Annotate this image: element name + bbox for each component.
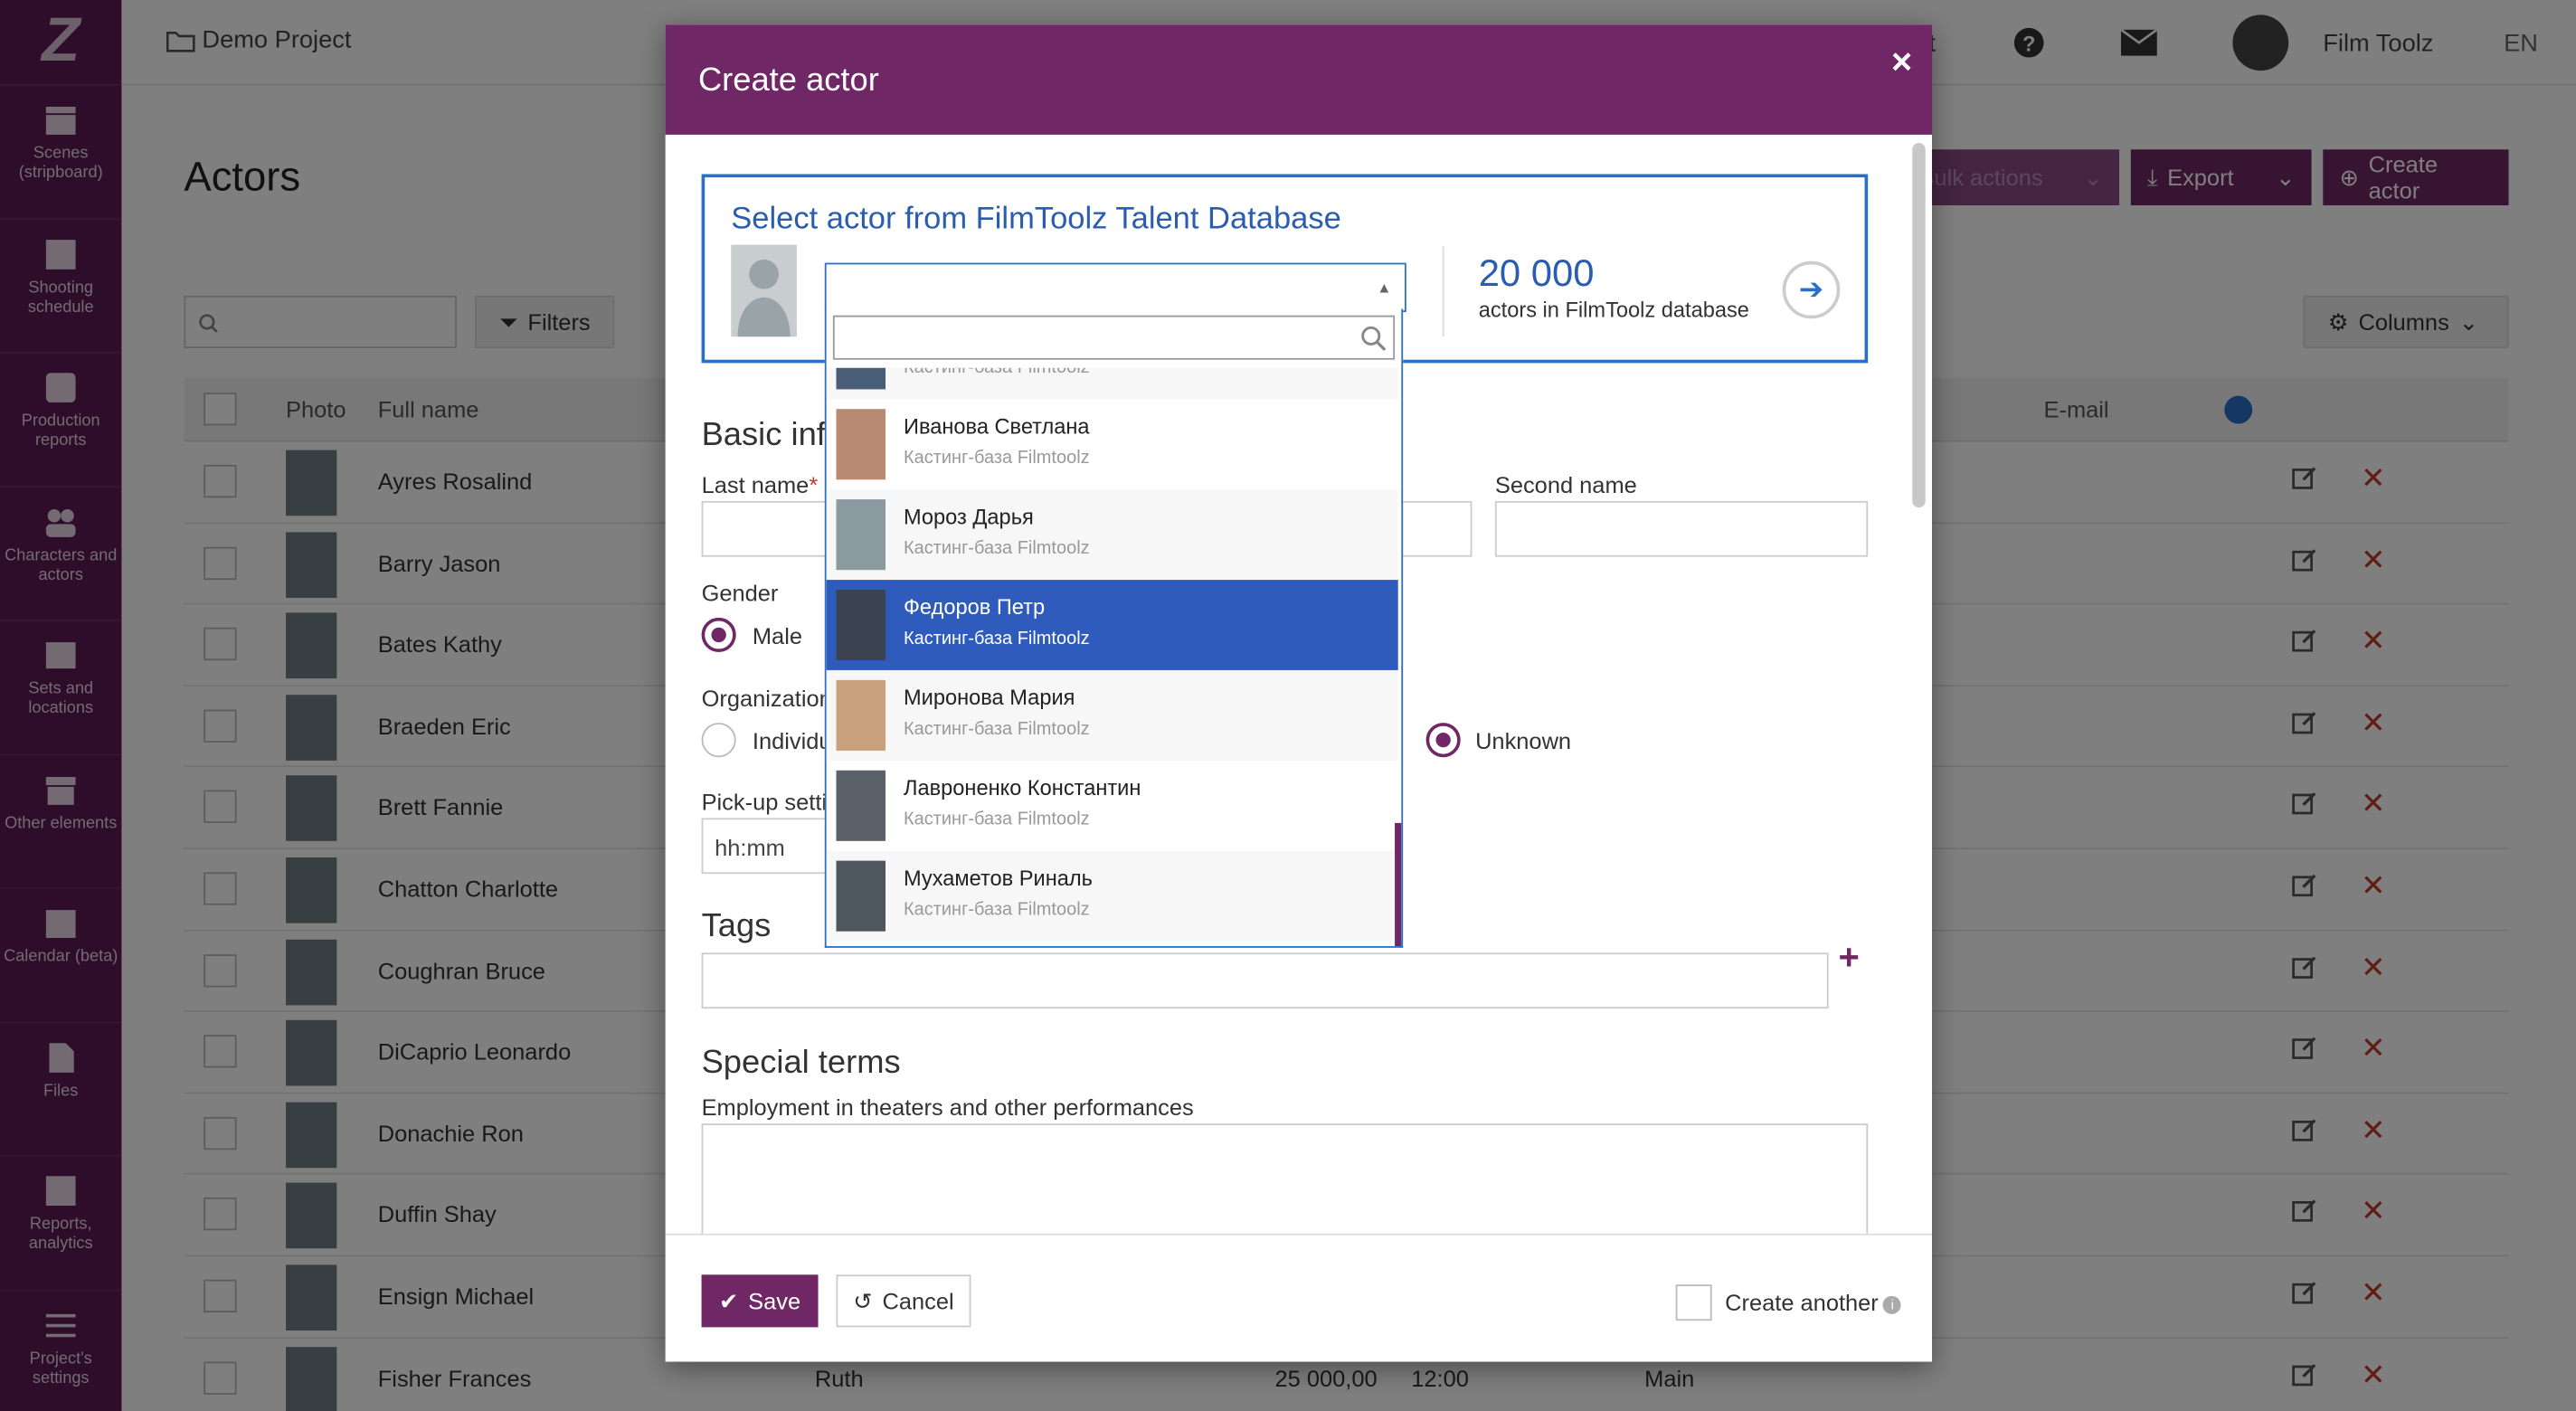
option-name: Мороз Дарья — [903, 504, 1034, 529]
save-label: Save — [748, 1287, 801, 1314]
gender-male-label: Male — [752, 622, 803, 649]
talent-title: Select actor from FilmToolz Talent Datab… — [731, 202, 1341, 237]
option-name: Лавроненко Константин — [903, 775, 1141, 800]
pickup-time-input[interactable]: hh:mm — [701, 818, 833, 875]
actor-count: 20 000 — [1478, 251, 1595, 295]
actor-select[interactable]: ▲ — [824, 262, 1406, 313]
individual-label: Individu — [752, 727, 832, 754]
actor-thumbnail — [836, 367, 886, 390]
option-source: Кастинг-база Filmtoolz — [903, 900, 1090, 920]
second-name-input[interactable] — [1494, 500, 1869, 557]
employment-textarea[interactable] — [701, 1123, 1869, 1234]
modal-title: Create actor — [697, 62, 879, 99]
option-source: Кастинг-база Filmtoolz — [903, 719, 1090, 740]
actor-thumbnail — [836, 409, 886, 480]
second-name-label: Second name — [1494, 471, 1637, 498]
cancel-label: Cancel — [882, 1287, 954, 1314]
option-source: Кастинг-база Filmtoolz — [903, 810, 1090, 830]
modal-scrollbar[interactable] — [1912, 142, 1926, 508]
dropdown-option[interactable]: Миронова Мария Кастинг-база Filmtoolz — [826, 669, 1398, 761]
save-button[interactable]: ✔ Save — [701, 1274, 819, 1328]
option-source: Кастинг-база Filmtoolz — [903, 448, 1090, 469]
dropdown-search-input[interactable] — [832, 315, 1396, 360]
divider — [1442, 246, 1444, 337]
tags-heading: Tags — [701, 908, 772, 945]
actor-thumbnail — [836, 679, 886, 751]
close-icon[interactable]: × — [1891, 41, 1912, 83]
unknown-radio[interactable] — [1425, 723, 1461, 758]
modal-header: Create actor × — [665, 24, 1933, 135]
pickup-label: Pick-up setti — [701, 788, 828, 815]
create-another-checkbox[interactable] — [1675, 1284, 1712, 1321]
create-another-label: Create another i — [1725, 1290, 1902, 1316]
modal-footer: ✔ Save ↺ Cancel Create another i — [665, 1233, 1933, 1362]
organization-label: Organization — [701, 685, 832, 712]
dropdown-option-partial[interactable]: Кастинг-база Filmtoolz — [826, 367, 1398, 400]
cancel-button[interactable]: ↺ Cancel — [836, 1274, 971, 1328]
actor-dropdown: Кастинг-база Filmtoolz Иванова Светлана К… — [824, 308, 1404, 948]
gender-male-radio[interactable] — [701, 617, 736, 652]
dropdown-option[interactable]: Лавроненко Константин Кастинг-база Filmto… — [827, 761, 1398, 851]
dropdown-option[interactable]: Мороз Дарья Кастинг-база Filmtoolz — [826, 489, 1398, 581]
actor-thumbnail — [836, 860, 886, 932]
search-icon — [1361, 326, 1387, 351]
option-source: Кастинг-база Filmtoolz — [903, 629, 1090, 649]
last-name-label: Last name* — [701, 471, 819, 498]
tags-input[interactable] — [701, 952, 1829, 1009]
basic-info-heading: Basic inf — [701, 417, 826, 454]
actor-thumbnail — [836, 770, 886, 841]
arrow-right-icon[interactable]: ➔ — [1782, 260, 1841, 319]
dropdown-scrollbar[interactable] — [1395, 822, 1402, 947]
option-source: Кастинг-база Filmtoolz — [903, 538, 1090, 559]
actor-placeholder-photo — [731, 244, 797, 337]
option-name: Иванова Светлана — [903, 413, 1090, 439]
employment-label: Employment in theaters and other perform… — [701, 1094, 1194, 1121]
info-icon[interactable]: i — [1883, 1295, 1902, 1314]
option-name: Федоров Петр — [903, 594, 1046, 620]
unknown-label: Unknown — [1475, 727, 1572, 754]
add-tag-icon[interactable]: + — [1838, 936, 1859, 979]
special-terms-heading: Special terms — [701, 1045, 901, 1081]
actor-thumbnail — [836, 589, 886, 661]
option-name: Мухаметов Риналь — [903, 866, 1093, 891]
dropdown-option[interactable]: Иванова Светлана Кастинг-база Filmtoolz — [827, 399, 1398, 489]
actor-thumbnail — [836, 499, 886, 571]
individual-radio[interactable] — [701, 723, 736, 758]
caret-up-icon: ▲ — [1377, 279, 1392, 296]
dropdown-list: Кастинг-база Filmtoolz Иванова Светлана К… — [826, 367, 1402, 946]
dropdown-option[interactable]: Федоров Петр Кастинг-база Filmtoolz — [826, 580, 1398, 670]
option-name: Миронова Мария — [903, 685, 1075, 710]
gender-label: Gender — [701, 580, 779, 607]
actor-count-label: actors in FilmToolz database — [1478, 297, 1749, 322]
undo-icon: ↺ — [853, 1286, 873, 1313]
dropdown-option[interactable]: Мухаметов Риналь Кастинг-база Filmtoolz — [826, 850, 1398, 942]
check-icon: ✔ — [718, 1286, 739, 1313]
last-name-input[interactable] — [701, 500, 833, 557]
first-name-input[interactable] — [1401, 500, 1473, 557]
